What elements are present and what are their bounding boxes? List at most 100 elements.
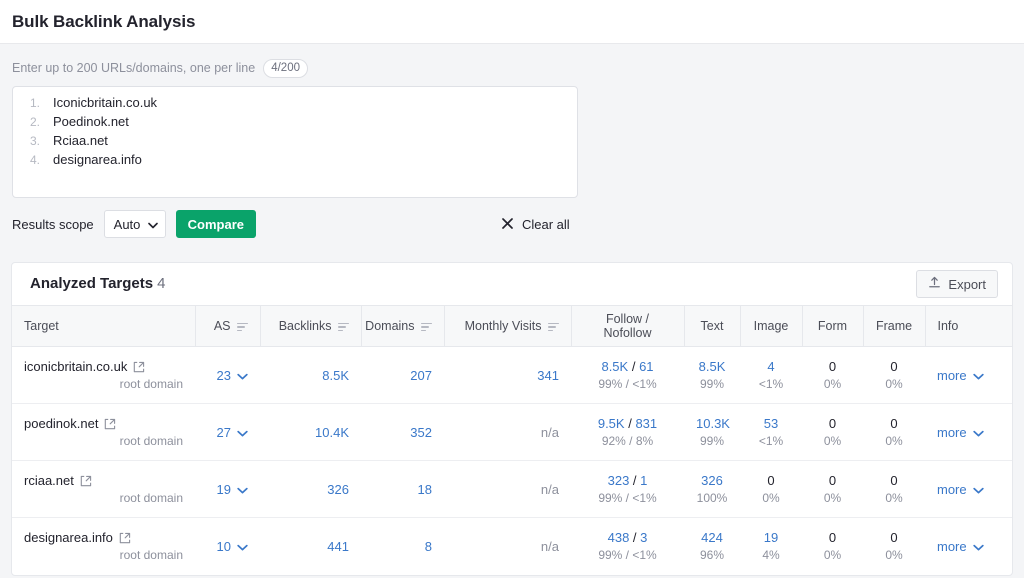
column-header-backlinks[interactable]: Backlinks <box>260 305 362 347</box>
more-label: more <box>937 481 967 497</box>
export-button-label: Export <box>948 276 986 292</box>
as-value[interactable]: 10 <box>217 539 231 554</box>
backlinks-value[interactable]: 10.4K <box>315 425 349 440</box>
close-icon <box>502 217 513 232</box>
target-link[interactable]: poedinok.net <box>24 416 183 431</box>
column-header-frame: Frame <box>863 305 926 347</box>
target-type-label: root domain <box>119 548 183 563</box>
cell-follow-nofollow: 9.5K / 831 92% / 8% <box>571 403 684 461</box>
nofollow-value[interactable]: 1 <box>640 473 647 488</box>
target-link[interactable]: designarea.info <box>24 530 183 545</box>
cell-domains: 18 <box>361 460 444 518</box>
card-title-group: Analyzed Targets 4 <box>30 275 165 293</box>
more-button[interactable]: more <box>937 539 1000 554</box>
domains-value[interactable]: 18 <box>418 482 432 497</box>
url-line-value: designarea.info <box>53 152 142 167</box>
target-link[interactable]: rciaa.net <box>24 473 183 488</box>
follow-value[interactable]: 438 <box>608 530 630 545</box>
card-header: Analyzed Targets 4 Export <box>12 263 1012 305</box>
chevron-down-icon[interactable] <box>237 368 248 383</box>
compare-button[interactable]: Compare <box>175 210 257 238</box>
export-button[interactable]: Export <box>916 270 998 298</box>
domains-value[interactable]: 8 <box>425 539 432 554</box>
chevron-down-icon[interactable] <box>237 425 248 440</box>
as-value[interactable]: 19 <box>217 482 231 497</box>
follow-value[interactable]: 323 <box>608 473 630 488</box>
more-label: more <box>937 538 967 554</box>
cell-text: 326 100% <box>684 460 740 518</box>
chevron-down-icon[interactable] <box>972 425 984 440</box>
column-header-domains[interactable]: Domains <box>361 305 445 347</box>
column-header-form: Form <box>802 305 864 347</box>
column-header-monthly-visits[interactable]: Monthly Visits <box>444 305 572 347</box>
sort-icon <box>236 321 248 332</box>
page-title: Bulk Backlink Analysis <box>12 11 196 31</box>
cell-backlinks: 326 <box>260 460 361 518</box>
column-header-as[interactable]: AS <box>195 305 261 347</box>
results-scope-select[interactable]: Auto <box>103 210 166 238</box>
nofollow-value[interactable]: 3 <box>640 530 647 545</box>
as-value[interactable]: 27 <box>217 425 231 440</box>
chevron-down-icon[interactable] <box>237 539 248 554</box>
more-button[interactable]: more <box>937 425 1000 440</box>
external-link-icon[interactable] <box>104 418 116 430</box>
cell-form: 0 0% <box>802 403 863 461</box>
target-name-label: poedinok.net <box>24 416 99 431</box>
nofollow-value[interactable]: 61 <box>639 359 653 374</box>
column-header-text-label: Text <box>700 319 724 333</box>
more-button[interactable]: more <box>937 368 1000 383</box>
table-row: rciaa.net root domain 19 326 18 n/a 323 / 1 99%… <box>12 460 1012 518</box>
external-link-icon[interactable] <box>133 361 145 373</box>
url-line-value: Iconicbritain.co.uk <box>53 95 158 110</box>
results-scope-value: Auto <box>113 216 141 232</box>
backlinks-value[interactable]: 441 <box>327 539 349 554</box>
url-line[interactable]: 3. Rciaa.net <box>21 133 567 152</box>
target-type-label: root domain <box>119 434 183 448</box>
cell-domains: 207 <box>361 346 444 404</box>
sort-icon <box>420 321 432 332</box>
monthly-visits-value[interactable]: 341 <box>537 368 559 383</box>
urls-textarea[interactable]: 1. Iconicbritain.co.uk 2. Poedinok.net 3… <box>12 86 578 198</box>
cell-info: more <box>925 460 1012 518</box>
chevron-down-icon[interactable] <box>237 482 248 497</box>
url-counter-badge: 4/200 <box>263 58 308 78</box>
as-value[interactable]: 23 <box>217 368 231 383</box>
table-body: iconicbritain.co.uk root domain 23 8.5K 207 3… <box>12 346 1012 575</box>
external-link-icon[interactable] <box>80 475 92 487</box>
column-header-follow-nofollow: Follow / Nofollow <box>571 305 685 347</box>
cell-target: iconicbritain.co.uk root domain <box>12 346 195 404</box>
chevron-down-icon[interactable] <box>972 539 984 554</box>
column-header-info-label: Info <box>937 319 959 333</box>
url-line[interactable]: 2. Poedinok.net <box>21 114 567 133</box>
cell-as: 19 <box>195 460 260 518</box>
domains-value[interactable]: 207 <box>410 368 432 383</box>
chevron-down-icon[interactable] <box>972 368 984 383</box>
target-link[interactable]: iconicbritain.co.uk <box>24 359 183 374</box>
follow-value[interactable]: 9.5K <box>598 416 625 431</box>
backlinks-value[interactable]: 8.5K <box>322 368 349 383</box>
more-button[interactable]: more <box>937 482 1000 497</box>
target-type-label: root domain <box>119 377 183 391</box>
target-name-label: iconicbritain.co.uk <box>24 359 128 374</box>
domains-value[interactable]: 352 <box>410 425 432 440</box>
follow-value[interactable]: 8.5K <box>601 359 628 374</box>
cell-target: designarea.info root domain <box>12 518 195 575</box>
chevron-down-icon[interactable] <box>972 482 984 497</box>
external-link-icon[interactable] <box>119 532 131 544</box>
column-header-target-label: Target <box>24 319 59 333</box>
cell-frame: 0 0% <box>863 403 925 461</box>
analyzed-targets-card: Analyzed Targets 4 Export Target AS Back… <box>11 262 1013 576</box>
nofollow-value[interactable]: 831 <box>635 416 657 431</box>
column-header-target[interactable]: Target <box>12 305 196 347</box>
cell-image: 19 4% <box>762 530 780 563</box>
cell-domains: 8 <box>361 518 444 575</box>
url-line[interactable]: 1. Iconicbritain.co.uk <box>21 95 567 114</box>
column-header-monthly-visits-label: Monthly Visits <box>464 319 542 333</box>
clear-all-button[interactable]: Clear all <box>502 217 570 232</box>
cell-follow-nofollow: 323 / 1 99% / <1% <box>571 460 684 518</box>
url-line-number: 1. <box>29 96 40 110</box>
cell-as: 27 <box>195 403 260 461</box>
url-line[interactable]: 4. designarea.info <box>21 152 567 171</box>
backlinks-value[interactable]: 326 <box>327 482 349 497</box>
cell-text: 10.3K 99% <box>684 403 740 461</box>
